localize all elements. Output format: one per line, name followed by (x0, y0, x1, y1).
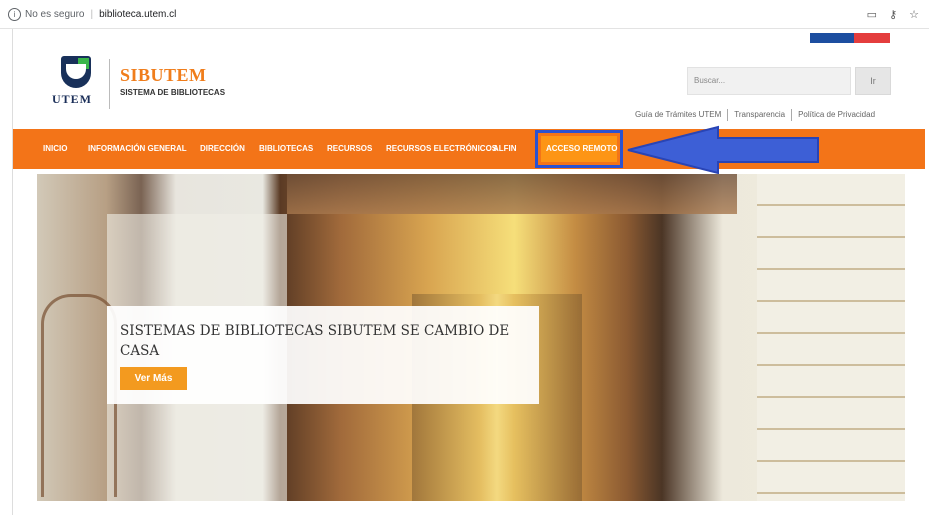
page-bottom (13, 501, 925, 515)
nav-item-informacion-general[interactable]: INFORMACIÓN GENERAL (88, 129, 187, 169)
hero-title: SISTEMAS DE BIBLIOTECAS SIBUTEM SE CAMBI… (120, 323, 510, 359)
nav-item-recursos-electronicos[interactable]: RECURSOS ELECTRÓNICOS (386, 129, 497, 169)
annotation-highlight-box (535, 130, 623, 168)
top-links: Guía de Trámites UTEM Transparencia Polí… (635, 109, 875, 121)
ver-mas-button[interactable]: Ver Más (120, 367, 187, 390)
brand-subtitle: SISTEMA DE BIBLIOTECAS (120, 88, 226, 97)
security-label: No es seguro (25, 8, 85, 20)
nav-item-recursos[interactable]: RECURSOS (327, 129, 372, 169)
link-politica-privacidad[interactable]: Política de Privacidad (798, 110, 875, 121)
link-transparencia[interactable]: Transparencia (734, 110, 785, 121)
page: UTEM SIBUTEM SISTEMA DE BIBLIOTECAS Busc… (12, 29, 925, 515)
link-divider (727, 109, 729, 121)
info-icon[interactable]: i (8, 7, 21, 21)
government-flag-bar (810, 33, 890, 43)
shield-icon (61, 56, 91, 88)
logo-divider (109, 59, 110, 109)
bookmark-star-icon[interactable]: ☆ (909, 8, 919, 21)
cast-icon[interactable]: ▭ (867, 8, 877, 21)
logo-text: UTEM (52, 92, 92, 106)
annotation-arrow-icon (627, 125, 819, 175)
link-divider (791, 109, 793, 121)
nav-item-inicio[interactable]: INICIO (43, 129, 67, 169)
address-bar[interactable]: i No es seguro | biblioteca.utem.cl ▭ ⚷ … (0, 0, 929, 29)
brand-title[interactable]: SIBUTEM (120, 65, 207, 86)
search-input[interactable]: Buscar... (687, 67, 851, 95)
nav-item-direccion[interactable]: DIRECCIÓN (200, 129, 245, 169)
separator: | (90, 8, 94, 20)
nav-item-bibliotecas[interactable]: BIBLIOTECAS (259, 129, 313, 169)
link-guia-tramites[interactable]: Guía de Trámites UTEM (635, 110, 721, 121)
nav-item-alfin[interactable]: ALFIN (493, 129, 517, 169)
url-text[interactable]: biblioteca.utem.cl (99, 9, 176, 20)
utem-logo[interactable]: UTEM (49, 54, 107, 112)
search-button[interactable]: Ir (855, 67, 891, 95)
key-icon[interactable]: ⚷ (889, 8, 897, 21)
